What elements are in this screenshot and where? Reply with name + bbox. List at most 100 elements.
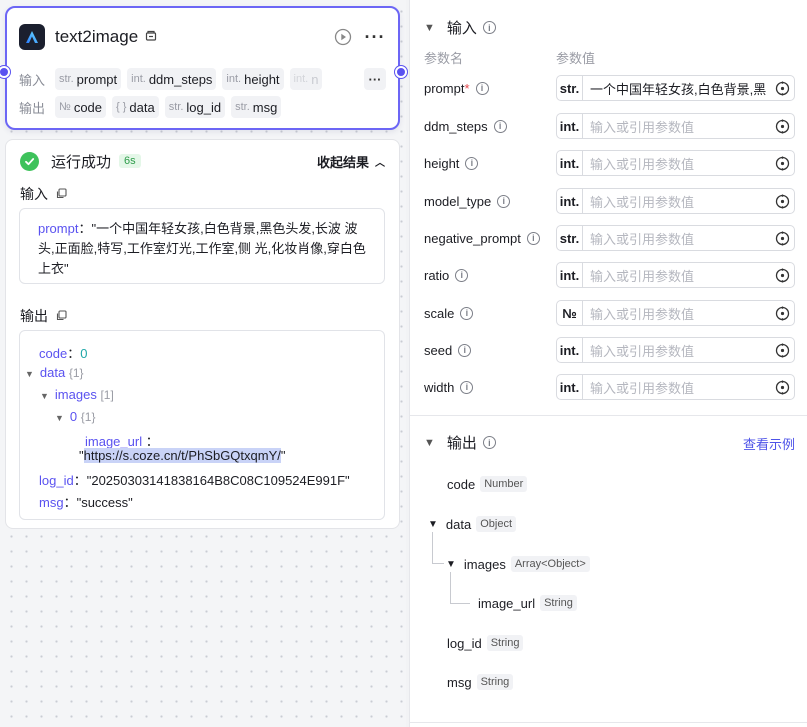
output-chip: { } data: [112, 96, 159, 118]
reference-variable-icon[interactable]: [770, 343, 794, 358]
param-row: negative_prompt i str. 输入或引用参数值: [424, 225, 795, 251]
node-input-label: 输入: [19, 72, 46, 88]
reference-variable-icon[interactable]: [770, 380, 794, 395]
expand-arrow-icon: ▼: [25, 369, 34, 379]
output-field-code: code Number: [447, 476, 528, 492]
info-icon[interactable]: i: [475, 81, 489, 95]
info-icon[interactable]: i: [455, 268, 469, 282]
expand-arrow-icon: ▼: [446, 558, 456, 570]
param-value-text[interactable]: 输入或引用参数值: [583, 266, 770, 285]
param-value-text[interactable]: 一个中国年轻女孩,白色背景,黑: [583, 79, 770, 98]
param-row: ddm_steps i int. 输入或引用参数值: [424, 113, 795, 139]
param-value-input[interactable]: int. 输入或引用参数值: [556, 113, 795, 139]
run-time-badge: 6s: [119, 154, 141, 168]
info-icon[interactable]: i: [482, 21, 496, 34]
param-value-text[interactable]: 输入或引用参数值: [583, 229, 770, 248]
param-value-input[interactable]: int. 输入或引用参数值: [556, 337, 795, 363]
result-status: 运行成功: [51, 153, 112, 171]
input-port[interactable]: [0, 66, 10, 78]
param-value-input[interactable]: str. 输入或引用参数值: [556, 225, 795, 251]
output-code-line: code：0: [39, 346, 88, 361]
node-inputs-row: 输入 str. prompt int. ddm_steps int. height i…: [19, 67, 386, 91]
output-index-line[interactable]: ▼ 0 {1}: [55, 409, 95, 424]
param-row: height i int. 输入或引用参数值: [424, 150, 795, 176]
info-icon[interactable]: i: [460, 380, 474, 394]
node-outputs-row: 输出 № code { } data str. log_id str. msg: [19, 95, 386, 119]
param-type-badge[interactable]: str.: [557, 76, 583, 100]
output-data-line[interactable]: ▼ data {1}: [25, 365, 84, 380]
input-chip: str. prompt: [55, 68, 122, 90]
more-inputs-button[interactable]: ···: [364, 68, 386, 90]
plugin-node-card[interactable]: text2image ··· 输入 str. prompt int. ddm_ste…: [0, 6, 407, 130]
info-icon[interactable]: i: [465, 156, 479, 170]
param-value-text[interactable]: 输入或引用参数值: [583, 341, 770, 360]
param-value-text[interactable]: 输入或引用参数值: [583, 117, 770, 136]
output-field-images[interactable]: ▼ images Array<Object>: [446, 556, 590, 572]
output-images-line[interactable]: ▼ images [1]: [40, 387, 114, 402]
info-icon[interactable]: i: [497, 194, 511, 208]
param-value-text[interactable]: 输入或引用参数值: [583, 378, 770, 397]
param-type-badge[interactable]: int.: [557, 151, 583, 175]
info-icon[interactable]: i: [458, 343, 472, 357]
param-value-text[interactable]: 输入或引用参数值: [583, 192, 770, 211]
workflow-canvas[interactable]: text2image ··· 输入 str. prompt int. ddm_ste…: [0, 0, 407, 727]
param-type-badge[interactable]: №: [557, 301, 583, 325]
param-value-input[interactable]: int. 输入或引用参数值: [556, 150, 795, 176]
param-type-badge[interactable]: str.: [557, 226, 583, 250]
output-field-image-url: image_url String: [478, 595, 577, 611]
chevron-down-icon[interactable]: ▼: [424, 437, 435, 449]
reference-variable-icon[interactable]: [770, 268, 794, 283]
param-row: prompt * i str. 一个中国年轻女孩,白色背景,黑: [424, 75, 795, 101]
result-input-box: prompt："一个中国年轻女孩,白色背景,黑色头发,长波 波 头,正面脸,特写…: [19, 208, 385, 284]
param-name: seed i: [424, 343, 556, 358]
image-url-link[interactable]: https://s.coze.cn/t/PhSbGQtxqmY/: [83, 448, 281, 463]
input-section-header[interactable]: ▼ 输入 i: [424, 17, 496, 38]
param-name: prompt * i: [424, 81, 556, 96]
output-section-header[interactable]: ▼ 输出 i: [424, 432, 496, 453]
info-icon[interactable]: i: [460, 306, 474, 320]
info-icon[interactable]: i: [482, 436, 496, 449]
param-row: scale i № 输入或引用参数值: [424, 300, 795, 326]
param-value-input[interactable]: № 输入或引用参数值: [556, 300, 795, 326]
output-port[interactable]: [395, 66, 407, 78]
param-value-input[interactable]: str. 一个中国年轻女孩,白色背景,黑: [556, 75, 795, 101]
node-more-icon[interactable]: ···: [364, 26, 386, 48]
output-field-log-id: log_id String: [447, 635, 524, 651]
output-field-msg: msg String: [447, 674, 514, 690]
copy-icon[interactable]: [56, 308, 67, 324]
result-input-label: 输入: [20, 184, 67, 204]
collapse-result-button[interactable]: 收起结果 ︿: [317, 152, 385, 171]
param-type-badge[interactable]: int.: [557, 338, 583, 362]
param-type-badge[interactable]: int.: [557, 114, 583, 138]
param-value-input[interactable]: int. 输入或引用参数值: [556, 188, 795, 214]
node-title: text2image: [55, 27, 139, 46]
param-name: ratio i: [424, 268, 556, 283]
chevron-down-icon[interactable]: ▼: [424, 22, 435, 34]
param-type-badge[interactable]: int.: [557, 263, 583, 287]
param-type-badge[interactable]: int.: [557, 189, 583, 213]
view-example-link[interactable]: 查看示例: [743, 434, 795, 453]
reference-variable-icon[interactable]: [770, 194, 794, 209]
reference-variable-icon[interactable]: [770, 231, 794, 246]
reference-variable-icon[interactable]: [770, 81, 794, 96]
copy-icon[interactable]: [56, 186, 67, 202]
output-msg-line: msg："success": [39, 495, 133, 510]
param-value-input[interactable]: int. 输入或引用参数值: [556, 374, 795, 400]
chevron-up-icon: ︿: [375, 157, 385, 169]
param-value-text[interactable]: 输入或引用参数值: [583, 154, 770, 173]
input-chip: int. height: [222, 68, 284, 90]
output-chip: № code: [55, 96, 107, 118]
info-icon[interactable]: i: [526, 231, 540, 245]
output-field-data[interactable]: ▼ data Object: [428, 516, 517, 532]
reference-variable-icon[interactable]: [770, 156, 794, 171]
param-value-text[interactable]: 输入或引用参数值: [583, 304, 770, 323]
input-chip: int. n: [289, 68, 323, 90]
reference-variable-icon[interactable]: [770, 306, 794, 321]
output-image-url-value: "https://s.coze.cn/t/PhSbGQtxqmY/": [79, 448, 286, 463]
param-value-input[interactable]: int. 输入或引用参数值: [556, 262, 795, 288]
output-chip: str. log_id: [164, 96, 226, 118]
reference-variable-icon[interactable]: [770, 119, 794, 134]
param-type-badge[interactable]: int.: [557, 375, 583, 399]
run-node-icon[interactable]: [332, 26, 354, 48]
info-icon[interactable]: i: [493, 119, 507, 133]
